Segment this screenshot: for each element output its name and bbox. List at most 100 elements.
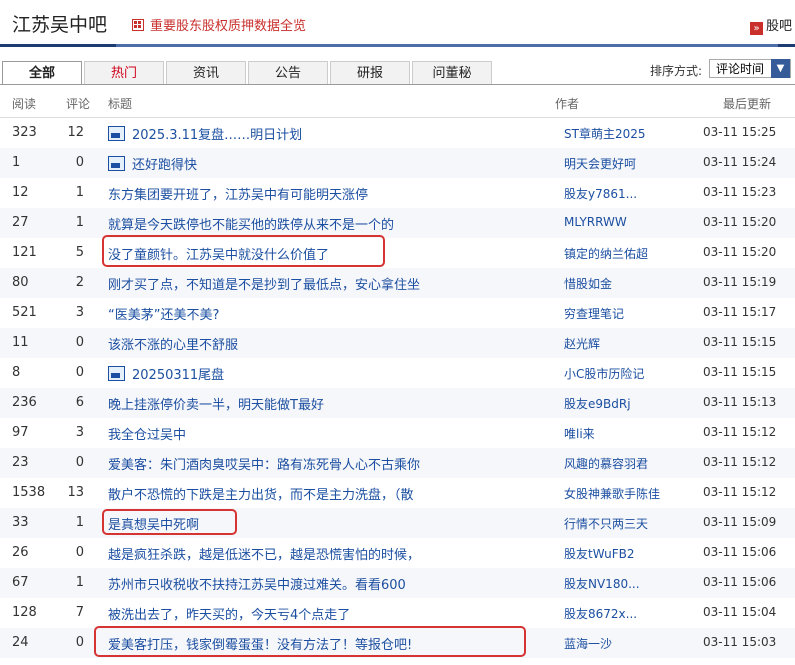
last-updated: 03-11 15:06 [703, 545, 777, 559]
post-title-link[interactable]: 散户不恐慌的下跌是主力出货，而不是主力洗盘，（散 [108, 484, 414, 503]
table-row: 33 1 是真想吴中死啊 行情不只两三天 03-11 15:09 [0, 508, 795, 538]
table-row: 1 0 还好跑得快 明天会更好呵 03-11 15:24 [0, 148, 795, 178]
read-count: 80 [12, 275, 29, 290]
post-title-link[interactable]: 没了童颜针。江苏吴中就没什么价值了 [108, 244, 329, 263]
comment-count: 0 [75, 545, 84, 560]
guba-link[interactable]: » 股吧 [750, 15, 792, 35]
author-link[interactable]: 蓝海一沙 [564, 635, 612, 652]
last-updated: 03-11 15:12 [703, 425, 777, 439]
forum-title: 江苏吴中吧 [12, 14, 108, 36]
read-count: 23 [12, 455, 29, 470]
post-title-link[interactable]: 20250311尾盘 [108, 364, 224, 383]
author-link[interactable]: 唯li来 [564, 425, 595, 442]
last-updated: 03-11 15:20 [703, 245, 777, 259]
comment-count: 1 [75, 185, 84, 200]
grid-icon [132, 19, 144, 31]
author-link[interactable]: 明天会更好呵 [564, 155, 636, 172]
tab-ask-secretary[interactable]: 问董秘 [412, 61, 492, 85]
post-title-link[interactable]: 爱美客打压，钱家倒霉蛋蛋！没有方法了！等报仓吧! [108, 634, 412, 653]
post-title-link[interactable]: 刚才买了点，不知道是不是抄到了最低点，安心拿住坐 [108, 274, 420, 293]
post-title-link[interactable]: 该涨不涨的心里不舒服 [108, 334, 238, 353]
comment-count: 7 [75, 605, 84, 620]
post-title-link[interactable]: 晚上挂涨停价卖一半，明天能做T最好 [108, 394, 324, 413]
table-row: 23 0 爱美客：朱门酒肉臭哎吴中：路有冻死骨人心不古乘你 风趣的慕容羽君 03-11 … [0, 448, 795, 478]
post-title-link[interactable]: 是真想吴中死啊 [108, 514, 199, 533]
post-title-link[interactable]: “医美茅”还美不美? [108, 304, 219, 323]
post-title: 爱美客：朱门酒肉臭哎吴中：路有冻死骨人心不古乘你 [108, 458, 421, 473]
post-title-link[interactable]: 爱美客：朱门酒肉臭哎吴中：路有冻死骨人心不古乘你 [108, 454, 420, 473]
post-title-link[interactable]: 我全仓过吴中 [108, 424, 186, 443]
author-link[interactable]: 行情不只两三天 [564, 515, 648, 532]
chevron-down-icon[interactable]: ▼ [771, 59, 790, 78]
column-updated: 最后更新 [723, 97, 772, 111]
post-title: 是真想吴中死啊 [108, 518, 200, 533]
table-row: 97 3 我全仓过吴中 唯li来 03-11 15:12 [0, 418, 795, 448]
author-link[interactable]: 股友tWuFB2 [564, 545, 635, 562]
tab-news[interactable]: 资讯 [166, 61, 246, 85]
pledge-notice-link[interactable]: 重要股东股权质押数据全览 [132, 15, 306, 34]
column-read: 阅读 [12, 97, 37, 111]
author-link[interactable]: 女股神兼歌手陈佳 [564, 485, 660, 502]
post-title: 东方集团要开班了，江苏吴中有可能明天涨停 [108, 188, 369, 203]
image-icon [108, 126, 125, 141]
post-title-link[interactable]: 被洗出去了，昨天买的，今天亏4个点走了 [108, 604, 350, 623]
last-updated: 03-11 15:06 [703, 575, 777, 589]
post-title-link[interactable]: 就算是今天跌停也不能买他的跌停从来不是一个的 [108, 214, 394, 233]
read-count: 128 [12, 605, 37, 620]
forum-header: 江苏吴中吧 重要股东股权质押数据全览 » 股吧 [0, 0, 795, 46]
last-updated: 03-11 15:15 [703, 335, 777, 349]
comment-count: 0 [75, 155, 84, 170]
author-link[interactable]: 惜股如金 [564, 275, 612, 292]
tab-research[interactable]: 研报 [330, 61, 410, 85]
last-updated: 03-11 15:20 [703, 215, 777, 229]
table-row: 128 7 被洗出去了，昨天买的，今天亏4个点走了 股友8672x... 03-11 1… [0, 598, 795, 628]
last-updated: 03-11 15:09 [703, 515, 777, 529]
author-link[interactable]: 小C股市历险记 [564, 365, 644, 382]
tab-announcements[interactable]: 公告 [248, 61, 328, 85]
double-chevron-right-icon: » [750, 22, 763, 35]
post-title: 20250311尾盘 [132, 368, 225, 383]
post-title-link[interactable]: 越是疯狂杀跌，越是低迷不已，越是恐慌害怕的时候， [108, 544, 420, 563]
image-icon [108, 156, 125, 171]
comment-count: 12 [67, 125, 84, 140]
comment-count: 3 [75, 425, 84, 440]
comment-count: 6 [75, 395, 84, 410]
last-updated: 03-11 15:25 [703, 125, 777, 139]
author-link[interactable]: MLYRRWW [564, 215, 627, 229]
column-author: 作者 [555, 97, 580, 111]
author-link[interactable]: 风趣的慕容羽君 [564, 455, 648, 472]
read-count: 1538 [12, 485, 46, 500]
author-link[interactable]: 赵光辉 [564, 335, 600, 352]
author-link[interactable]: 股友e9BdRj [564, 395, 631, 412]
post-title: 晚上挂涨停价卖一半，明天能做T最好 [108, 398, 324, 413]
post-title-link[interactable]: 东方集团要开班了，江苏吴中有可能明天涨停 [108, 184, 368, 203]
post-title-link[interactable]: 苏州市只收税收不扶持江苏吴中渡过难关。看看600 [108, 574, 406, 593]
post-title-link[interactable]: 还好跑得快 [108, 154, 197, 173]
post-title: 越是疯狂杀跌，越是低迷不已，越是恐慌害怕的时候， [108, 548, 421, 563]
post-title: 2025.3.11复盘……明日计划 [132, 128, 303, 143]
post-title: 没了童颜针。江苏吴中就没什么价值了 [108, 248, 330, 263]
read-count: 521 [12, 305, 37, 320]
tab-hot[interactable]: 热门 [84, 61, 164, 85]
read-count: 323 [12, 125, 37, 140]
comment-count: 0 [75, 335, 84, 350]
author-link[interactable]: ST章萌主2025 [564, 125, 646, 142]
read-count: 236 [12, 395, 37, 410]
read-count: 12 [12, 185, 29, 200]
comment-count: 1 [75, 215, 84, 230]
read-count: 8 [12, 365, 21, 380]
tab-all[interactable]: 全部 [2, 61, 82, 85]
author-link[interactable]: 股友y7861... [564, 185, 637, 202]
author-link[interactable]: 股友8672x... [564, 605, 637, 622]
sort-label: 排序方式: [650, 64, 703, 78]
image-icon [108, 366, 125, 381]
read-count: 33 [12, 515, 29, 530]
guba-link-label: 股吧 [766, 19, 793, 34]
post-title-link[interactable]: 2025.3.11复盘……明日计划 [108, 124, 302, 143]
author-link[interactable]: 镇定的纳兰佑超 [564, 245, 648, 262]
post-title: 就算是今天跌停也不能买他的跌停从来不是一个的 [108, 218, 395, 233]
author-link[interactable]: 股友NV180... [564, 575, 640, 592]
read-count: 121 [12, 245, 37, 260]
table-row: 121 5 没了童颜针。江苏吴中就没什么价值了 镇定的纳兰佑超 03-11 15:20 [0, 238, 795, 268]
author-link[interactable]: 穷查理笔记 [564, 305, 624, 322]
